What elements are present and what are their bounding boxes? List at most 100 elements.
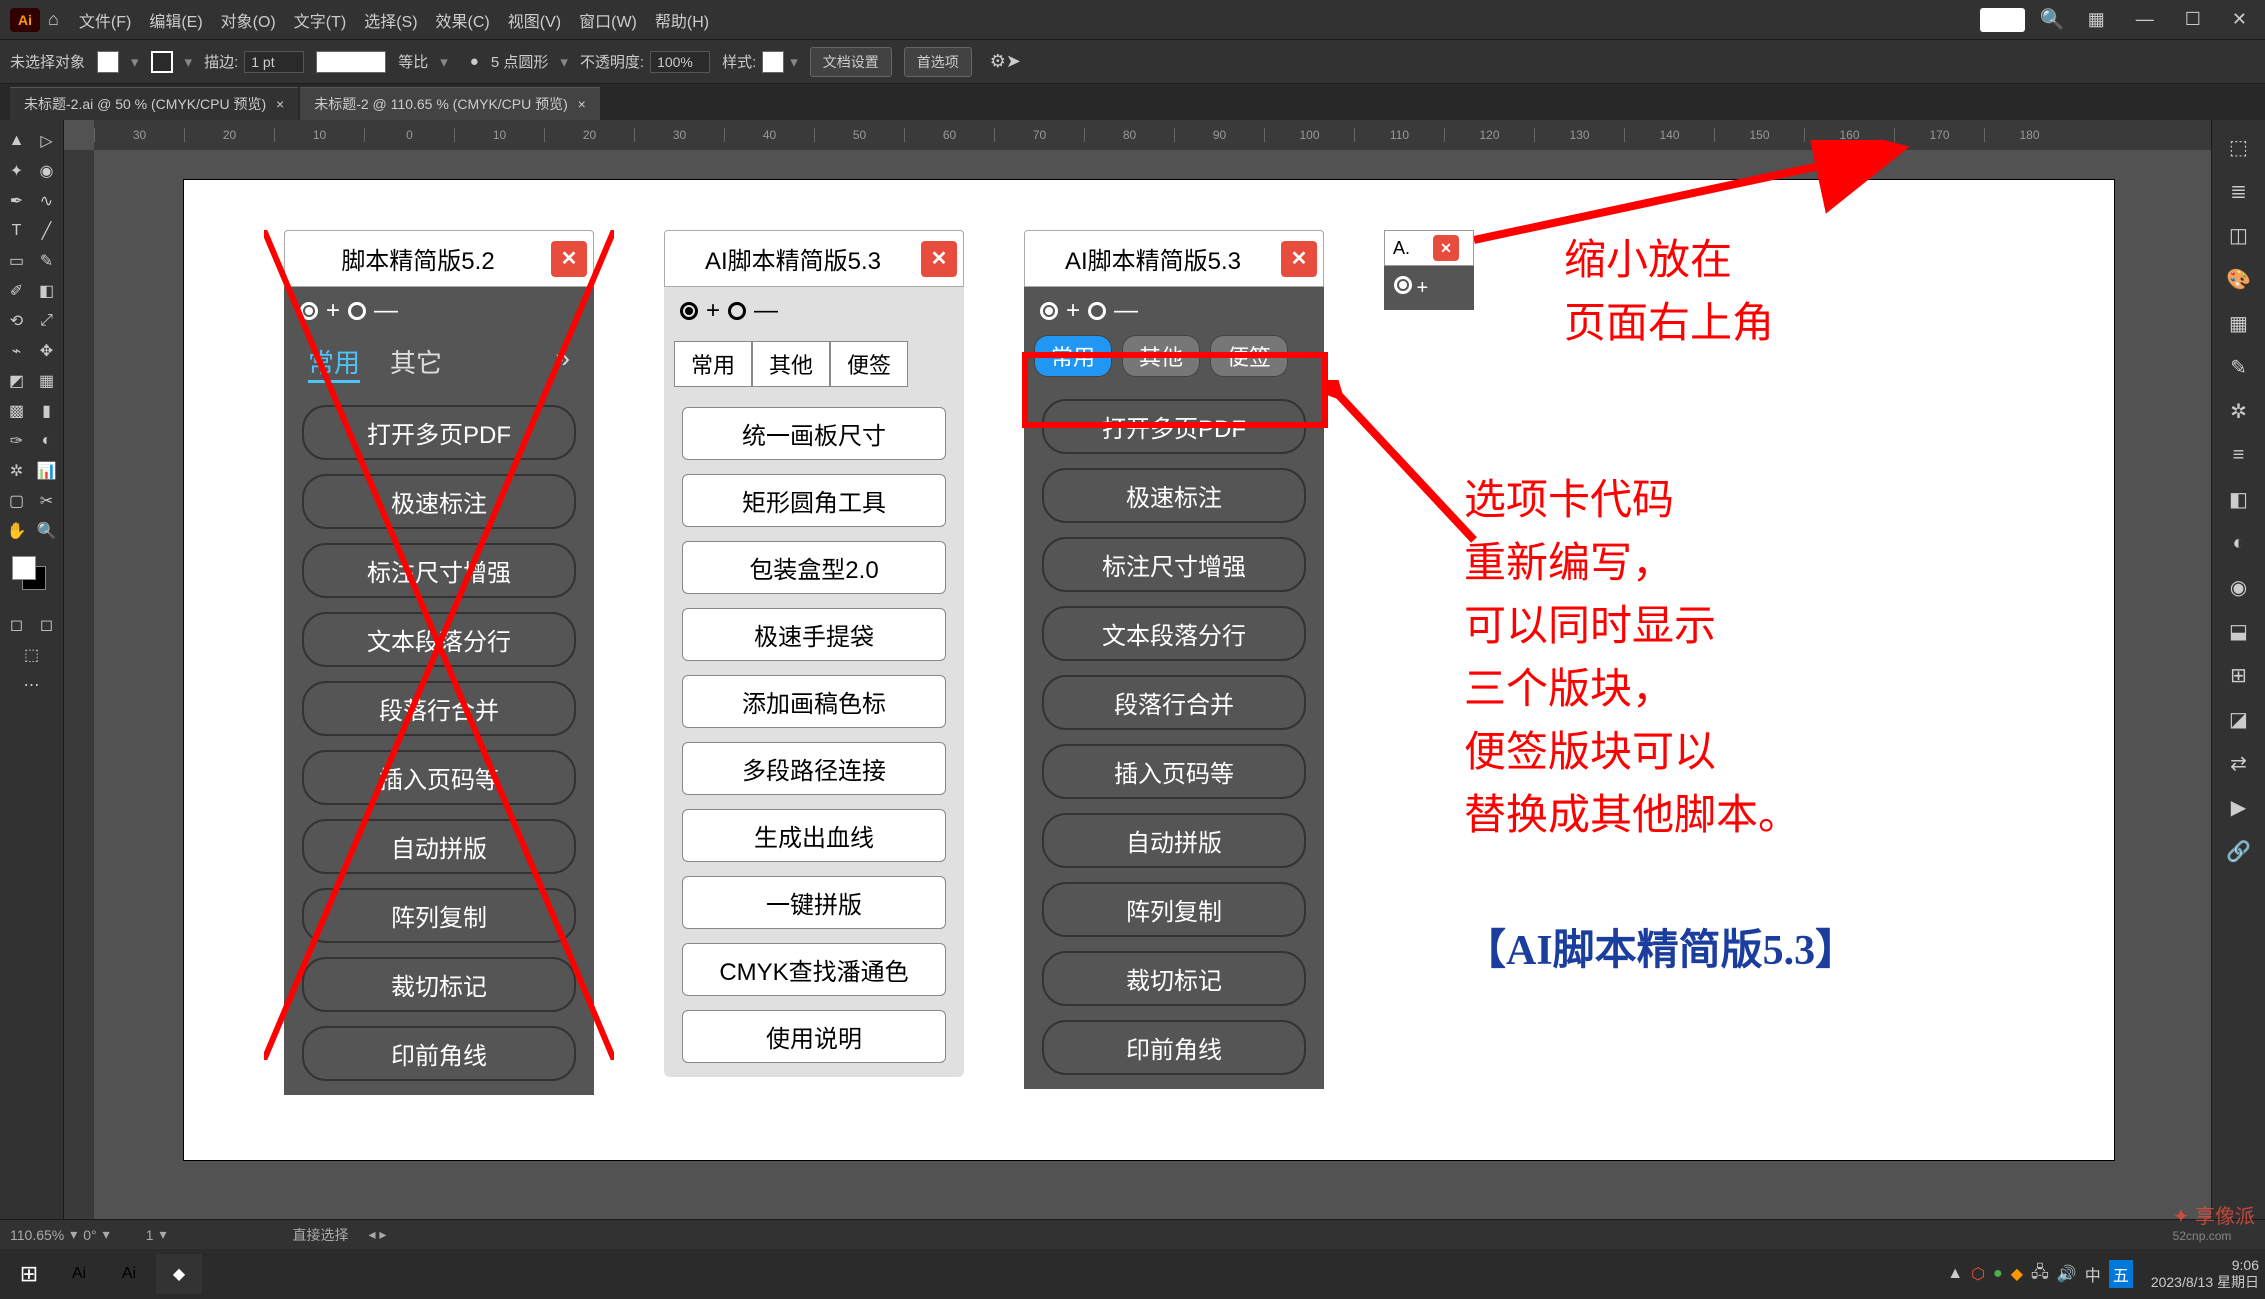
- radio-icon[interactable]: [680, 302, 698, 320]
- home-icon[interactable]: ⌂: [48, 9, 59, 30]
- draw-mode-normal[interactable]: ◻: [2, 610, 32, 640]
- zoom-tool[interactable]: 🔍: [32, 516, 62, 546]
- transparency-icon[interactable]: ◐: [2218, 522, 2260, 564]
- gradient-tool[interactable]: ▮: [32, 396, 62, 426]
- close-icon[interactable]: ✕: [2232, 9, 2247, 30]
- panel1-btn-0[interactable]: 打开多页PDF: [302, 405, 576, 460]
- panel2-btn-1[interactable]: 矩形圆角工具: [682, 474, 946, 527]
- panel3-btn-8[interactable]: 裁切标记: [1042, 951, 1306, 1006]
- opacity-input[interactable]: [650, 51, 710, 73]
- panel3-btn-7[interactable]: 阵列复制: [1042, 882, 1306, 937]
- tray-up-icon[interactable]: ▲: [1947, 1265, 1963, 1283]
- canvas[interactable]: 3020100102030405060708090100110120130140…: [64, 120, 2211, 1220]
- gradient-icon[interactable]: ◧: [2218, 478, 2260, 520]
- transform-icon[interactable]: ⇄: [2218, 742, 2260, 784]
- brushes-icon[interactable]: ✎: [2218, 346, 2260, 388]
- stroke-swatch[interactable]: [151, 51, 173, 73]
- menu-object[interactable]: 对象(O): [221, 8, 276, 32]
- radio-icon[interactable]: [1088, 302, 1106, 320]
- search-icon[interactable]: 🔍: [2040, 7, 2065, 32]
- curvature-tool[interactable]: ∿: [32, 186, 62, 216]
- stroke-panel-icon[interactable]: ≡: [2218, 434, 2260, 476]
- menu-file[interactable]: 文件(F): [79, 8, 131, 32]
- style-swatch[interactable]: [762, 51, 784, 73]
- panel3-close[interactable]: ✕: [1281, 241, 1317, 277]
- shape-builder-tool[interactable]: ◩: [2, 366, 32, 396]
- panel1-tab-other[interactable]: 其它: [390, 343, 442, 383]
- panel3-btn-1[interactable]: 极速标注: [1042, 468, 1306, 523]
- panel1-btn-9[interactable]: 印前角线: [302, 1026, 576, 1081]
- tray-network-icon[interactable]: 🖧: [2031, 1261, 2049, 1288]
- rotate-tool[interactable]: ⟲: [2, 306, 32, 336]
- rectangle-tool[interactable]: ▭: [2, 246, 32, 276]
- panel2-btn-8[interactable]: CMYK查找潘通色: [682, 943, 946, 996]
- menu-help[interactable]: 帮助(H): [655, 8, 709, 32]
- perspective-tool[interactable]: ▦: [32, 366, 62, 396]
- symbols-icon[interactable]: ✲: [2218, 390, 2260, 432]
- panel2-close[interactable]: ✕: [921, 241, 957, 277]
- eyedropper-tool[interactable]: ✑: [2, 426, 32, 456]
- panel2-btn-2[interactable]: 包装盒型2.0: [682, 541, 946, 594]
- search-field-top[interactable]: [1980, 8, 2025, 32]
- fill-swatch[interactable]: [97, 51, 119, 73]
- panel1-btn-5[interactable]: 插入页码等: [302, 750, 576, 805]
- panel1-tab-common[interactable]: 常用: [308, 343, 360, 383]
- tray-volume-icon[interactable]: 🔊: [2057, 1264, 2077, 1284]
- panel3-btn-6[interactable]: 自动拼版: [1042, 813, 1306, 868]
- zoom-level[interactable]: 110.65%: [10, 1227, 64, 1243]
- actions-icon[interactable]: ▶: [2218, 786, 2260, 828]
- prefs-button[interactable]: 首选项: [904, 47, 972, 77]
- panel3-btn-9[interactable]: 印前角线: [1042, 1020, 1306, 1075]
- panel2-tab-common[interactable]: 常用: [674, 341, 752, 387]
- panel1-btn-1[interactable]: 极速标注: [302, 474, 576, 529]
- tray-shield-icon[interactable]: ⬡: [1971, 1264, 1985, 1284]
- panel2-tab-other[interactable]: 其他: [752, 341, 830, 387]
- panel2-btn-9[interactable]: 使用说明: [682, 1010, 946, 1063]
- layers-icon[interactable]: ≣: [2218, 170, 2260, 212]
- symbol-spray-tool[interactable]: ✲: [2, 456, 32, 486]
- menu-effect[interactable]: 效果(C): [436, 8, 490, 32]
- tray-ime-icon[interactable]: 中: [2085, 1262, 2101, 1286]
- panel3-btn-3[interactable]: 文本段落分行: [1042, 606, 1306, 661]
- color-icon[interactable]: 🎨: [2218, 258, 2260, 300]
- panel1-btn-7[interactable]: 阵列复制: [302, 888, 576, 943]
- screen-mode[interactable]: ⬚: [2, 640, 62, 670]
- eraser-tool[interactable]: ◧: [32, 276, 62, 306]
- radio-icon[interactable]: [348, 302, 366, 320]
- menu-window[interactable]: 窗口(W): [579, 8, 637, 32]
- tab-close-icon[interactable]: ×: [276, 96, 284, 112]
- lasso-tool[interactable]: ◉: [32, 156, 62, 186]
- radio-icon[interactable]: [1394, 276, 1412, 294]
- free-transform-tool[interactable]: ✥: [32, 336, 62, 366]
- panel1-btn-3[interactable]: 文本段落分行: [302, 612, 576, 667]
- taskbar-clock[interactable]: 9:06 2023/8/13 星期日: [2151, 1257, 2259, 1291]
- panel1-btn-8[interactable]: 裁切标记: [302, 957, 576, 1012]
- tray-ime2-icon[interactable]: 五: [2109, 1260, 2133, 1288]
- hand-tool[interactable]: ✋: [2, 516, 32, 546]
- direct-select-tool[interactable]: ▷: [32, 126, 62, 156]
- panel1-btn-2[interactable]: 标注尺寸增强: [302, 543, 576, 598]
- start-button[interactable]: ⊞: [6, 1254, 52, 1294]
- taskbar-ai-2[interactable]: Ai: [106, 1254, 152, 1294]
- chevron-right-icon[interactable]: »: [556, 343, 570, 383]
- panel2-btn-0[interactable]: 统一画板尺寸: [682, 407, 946, 460]
- radio-icon[interactable]: [1040, 302, 1058, 320]
- tab-close-icon[interactable]: ×: [578, 96, 586, 112]
- arrange-docs-icon[interactable]: ▦: [2088, 9, 2105, 30]
- panel1-btn-4[interactable]: 段落行合并: [302, 681, 576, 736]
- prefs-icon[interactable]: ⚙➤: [990, 51, 1021, 72]
- panel2-tab-notes[interactable]: 便签: [830, 341, 908, 387]
- shaper-tool[interactable]: ✐: [2, 276, 32, 306]
- artboard-tool[interactable]: ▢: [2, 486, 32, 516]
- magic-wand-tool[interactable]: ✦: [2, 156, 32, 186]
- pen-tool[interactable]: ✒: [2, 186, 32, 216]
- minimize-icon[interactable]: —: [2136, 9, 2154, 30]
- brush-swatch[interactable]: [316, 51, 386, 73]
- tray-green-icon[interactable]: ●: [1993, 1265, 2003, 1283]
- type-tool[interactable]: T: [2, 216, 32, 246]
- menu-edit[interactable]: 编辑(E): [149, 8, 202, 32]
- selection-tool[interactable]: ▲: [2, 126, 32, 156]
- graphic-styles-icon[interactable]: ⬓: [2218, 610, 2260, 652]
- doc-setup-button[interactable]: 文档设置: [810, 47, 892, 77]
- panel2-btn-4[interactable]: 添加画稿色标: [682, 675, 946, 728]
